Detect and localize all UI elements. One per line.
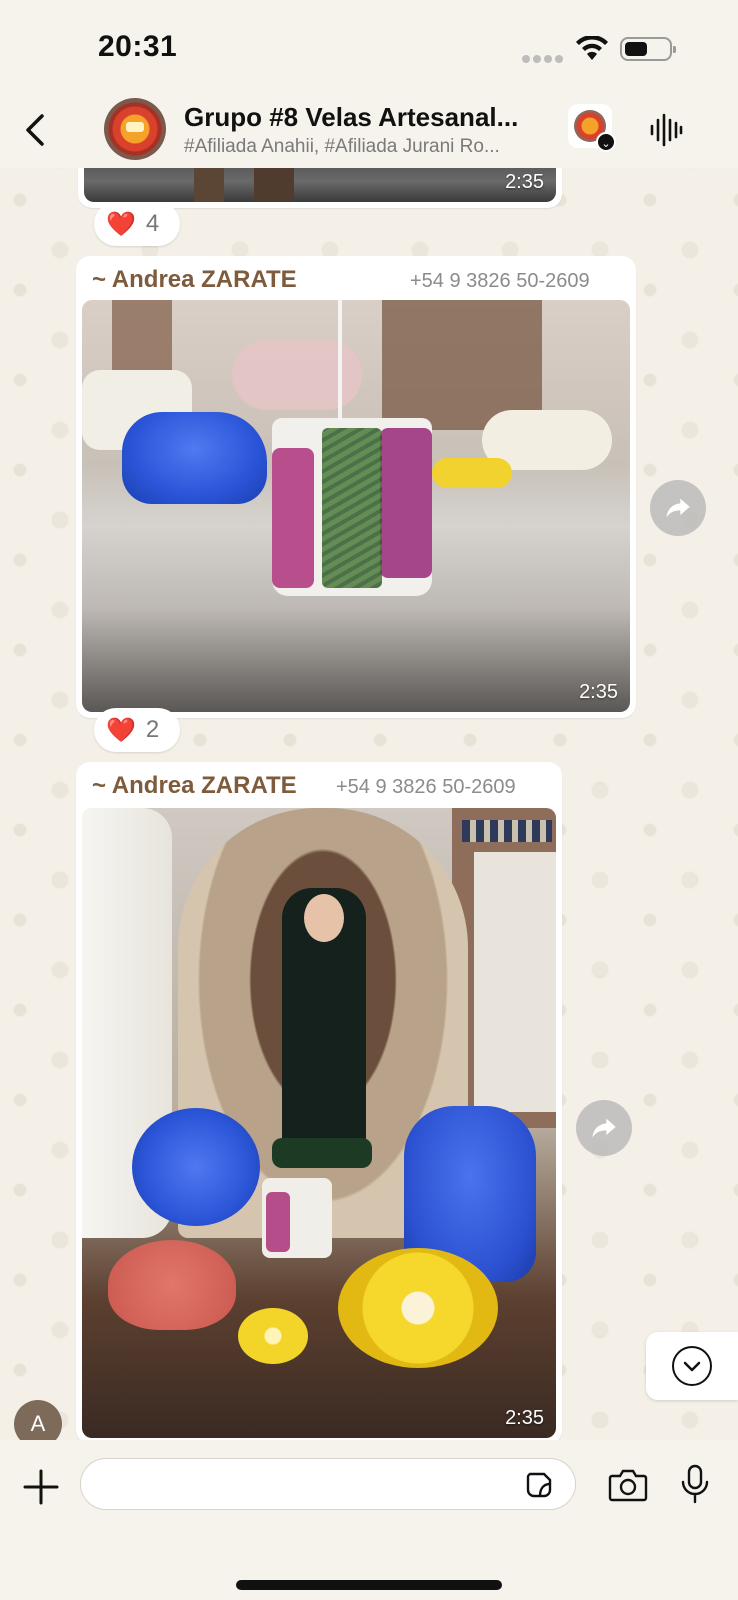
- sender-name[interactable]: ~ Andrea ZARATE: [92, 266, 297, 294]
- microphone-icon[interactable]: [680, 1464, 710, 1504]
- sender-phone[interactable]: +54 9 3826 50-2609: [410, 270, 590, 293]
- battery-icon: [620, 37, 676, 61]
- message-photo[interactable]: 2:35: [82, 300, 630, 712]
- forward-button[interactable]: [576, 1100, 632, 1156]
- reaction-pill[interactable]: ❤️ 4: [94, 202, 180, 246]
- message-input[interactable]: [80, 1458, 576, 1510]
- message-time: 2:35: [505, 171, 544, 193]
- back-button[interactable]: [20, 110, 50, 150]
- message-bubble[interactable]: ~ Andrea ZARATE +54 9 3826 50-2609 2:35: [76, 762, 562, 1444]
- reaction-emoji: ❤️: [106, 210, 136, 238]
- message-time: 2:35: [579, 681, 618, 703]
- reaction-emoji: ❤️: [106, 716, 136, 744]
- chat-header: Grupo #8 Velas Artesanal... #Afiliada An…: [0, 90, 738, 168]
- forward-arrow-icon: [592, 1118, 616, 1138]
- group-avatar[interactable]: [104, 98, 166, 160]
- sender-phone[interactable]: +54 9 3826 50-2609: [336, 776, 516, 799]
- sender-name[interactable]: ~ Andrea ZARATE: [92, 772, 297, 800]
- message-time: 2:35: [505, 1407, 544, 1429]
- reaction-pill[interactable]: ❤️ 2: [94, 708, 180, 752]
- wifi-icon: [576, 36, 608, 60]
- plus-icon[interactable]: [22, 1468, 60, 1506]
- waveform-icon[interactable]: [648, 112, 684, 148]
- cellular-signal-icon: [522, 50, 566, 68]
- reaction-count: 4: [145, 210, 160, 237]
- message-bubble[interactable]: ~ Andrea ZARATE +54 9 3826 50-2609 2:35: [76, 256, 636, 718]
- chevron-down-circle-icon: [672, 1346, 712, 1386]
- status-bar: 20:31: [0, 0, 738, 90]
- reaction-count: 2: [145, 716, 160, 743]
- forward-button[interactable]: [650, 480, 706, 536]
- forward-arrow-icon: [666, 498, 690, 518]
- group-title[interactable]: Grupo #8 Velas Artesanal...: [184, 102, 544, 133]
- message-photo[interactable]: 2:35: [82, 808, 556, 1438]
- chevron-down-icon: ⌄: [596, 132, 616, 152]
- group-subtitle[interactable]: #Afiliada Anahii, #Afiliada Jurani Ro...: [184, 136, 544, 158]
- composer-bar: [0, 1440, 738, 1600]
- sticker-icon[interactable]: [524, 1470, 554, 1500]
- home-indicator[interactable]: [236, 1580, 502, 1590]
- status-time: 20:31: [98, 30, 178, 63]
- community-button[interactable]: ⌄: [568, 104, 616, 152]
- scroll-to-bottom-button[interactable]: [646, 1332, 738, 1400]
- camera-icon[interactable]: [608, 1468, 648, 1502]
